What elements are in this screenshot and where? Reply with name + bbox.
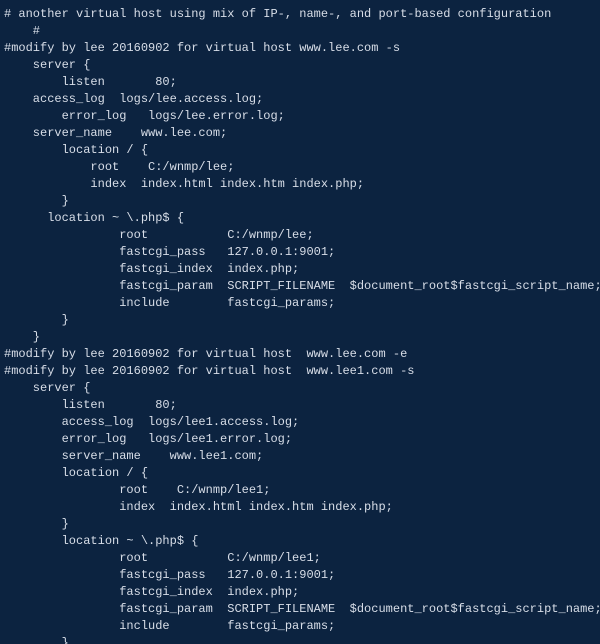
code-line: include fastcgi_params; xyxy=(4,295,596,312)
code-line: root C:/wnmp/lee; xyxy=(4,159,596,176)
code-line: index index.html index.htm index.php; xyxy=(4,499,596,516)
code-line: index index.html index.htm index.php; xyxy=(4,176,596,193)
code-line: } xyxy=(4,312,596,329)
code-line: listen 80; xyxy=(4,397,596,414)
code-line: include fastcgi_params; xyxy=(4,618,596,635)
code-line: fastcgi_index index.php; xyxy=(4,261,596,278)
code-line: } xyxy=(4,329,596,346)
code-line: root C:/wnmp/lee1; xyxy=(4,482,596,499)
code-line: location ~ \.php$ { xyxy=(4,210,596,227)
code-line: } xyxy=(4,635,596,644)
nginx-config-code-block: # another virtual host using mix of IP-,… xyxy=(0,0,600,644)
code-line: #modify by lee 20160902 for virtual host… xyxy=(4,346,596,363)
code-line: fastcgi_pass 127.0.0.1:9001; xyxy=(4,567,596,584)
code-line: location / { xyxy=(4,465,596,482)
code-line: } xyxy=(4,516,596,533)
code-line: error_log logs/lee.error.log; xyxy=(4,108,596,125)
code-line: location ~ \.php$ { xyxy=(4,533,596,550)
code-line: server { xyxy=(4,380,596,397)
code-line: server_name www.lee1.com; xyxy=(4,448,596,465)
code-line: access_log logs/lee1.access.log; xyxy=(4,414,596,431)
code-line: fastcgi_param SCRIPT_FILENAME $document_… xyxy=(4,278,596,295)
code-line: listen 80; xyxy=(4,74,596,91)
code-line: fastcgi_pass 127.0.0.1:9001; xyxy=(4,244,596,261)
code-line: root C:/wnmp/lee1; xyxy=(4,550,596,567)
code-line: error_log logs/lee1.error.log; xyxy=(4,431,596,448)
code-line: access_log logs/lee.access.log; xyxy=(4,91,596,108)
code-line: fastcgi_index index.php; xyxy=(4,584,596,601)
code-line: #modify by lee 20160902 for virtual host… xyxy=(4,40,596,57)
code-line: location / { xyxy=(4,142,596,159)
code-line: #modify by lee 20160902 for virtual host… xyxy=(4,363,596,380)
code-line: server { xyxy=(4,57,596,74)
code-line: # xyxy=(4,23,596,40)
code-line: # another virtual host using mix of IP-,… xyxy=(4,6,596,23)
code-line: root C:/wnmp/lee; xyxy=(4,227,596,244)
code-line: fastcgi_param SCRIPT_FILENAME $document_… xyxy=(4,601,596,618)
code-line: } xyxy=(4,193,596,210)
code-line: server_name www.lee.com; xyxy=(4,125,596,142)
